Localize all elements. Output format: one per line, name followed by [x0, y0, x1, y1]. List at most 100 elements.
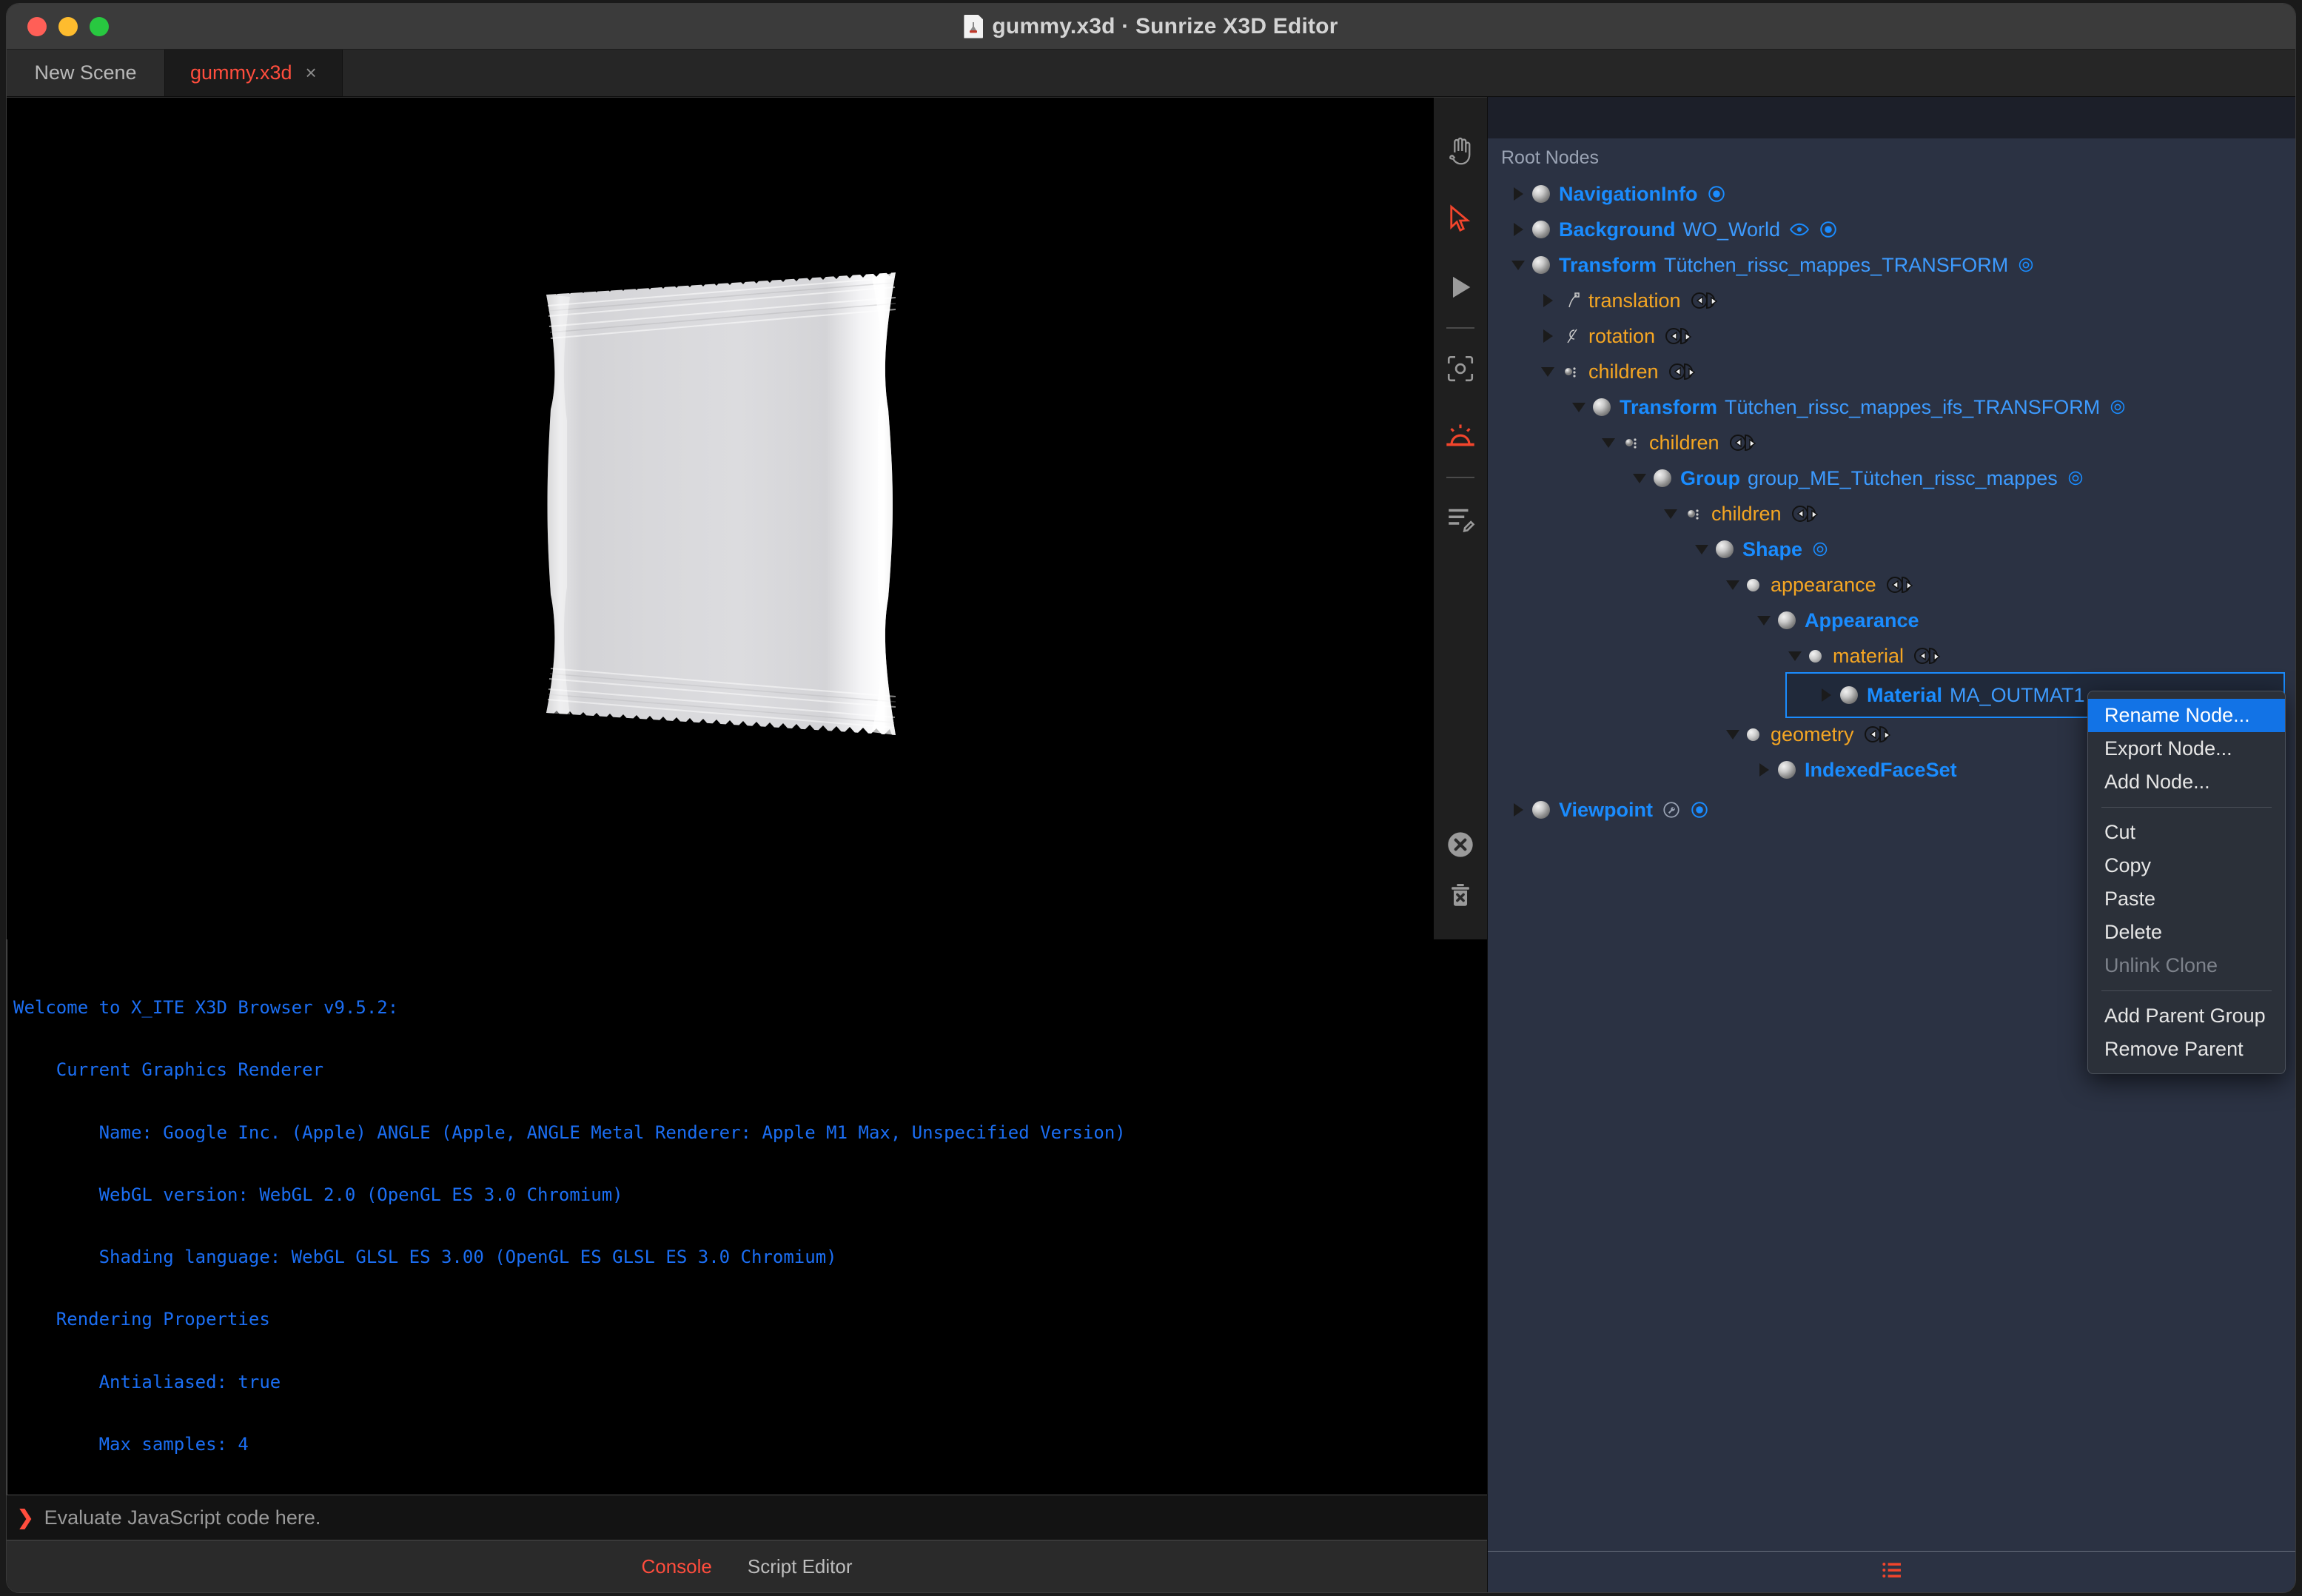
eye-icon[interactable] [1789, 219, 1810, 240]
tab-console[interactable]: Console [641, 1555, 711, 1578]
scene-graph-tree[interactable]: Root Nodes NavigationInfo Background WO_… [1488, 138, 2295, 1551]
tab-new-scene[interactable]: New Scene [7, 50, 165, 96]
node-type-label: Appearance [1805, 608, 1919, 631]
menu-item-delete[interactable]: Delete [2088, 916, 2285, 949]
tree-row-field-rotation[interactable]: rotation [1488, 318, 2295, 354]
tree-row-group[interactable]: Group group_ME_Tütchen_rissc_mappes [1488, 460, 2295, 496]
menu-item-add-node[interactable]: Add Node... [2088, 765, 2285, 799]
tab-script-editor[interactable]: Script Editor [748, 1555, 853, 1578]
twisty-icon[interactable] [1538, 329, 1557, 343]
menu-item-add-parent-group[interactable]: Add Parent Group [2088, 999, 2285, 1033]
wrench-circle-icon[interactable] [1662, 800, 1681, 819]
route-connector-icon[interactable] [1791, 504, 1825, 523]
twisty-icon[interactable] [1509, 260, 1528, 270]
twisty-icon[interactable] [1754, 763, 1774, 777]
edit-script-tool-button[interactable] [1434, 484, 1487, 552]
viewport-toolbar-bottom [1434, 830, 1487, 913]
console-line: Current Graphics Renderer [13, 1059, 324, 1081]
menu-item-paste[interactable]: Paste [2088, 882, 2285, 916]
tree-row-field-children-1[interactable]: children [1488, 354, 2295, 389]
tree-row-background[interactable]: Background WO_World [1488, 212, 2295, 247]
route-connector-icon[interactable] [1885, 575, 1919, 594]
tree-row-field-children-3[interactable]: children [1488, 496, 2295, 532]
menu-item-cut[interactable]: Cut [2088, 816, 2285, 849]
hand-tool-button[interactable] [1434, 117, 1487, 185]
target-circle-icon[interactable] [2109, 398, 2127, 416]
radio-circle-icon[interactable] [1819, 220, 1838, 239]
viewpoint-tool-button[interactable] [1434, 335, 1487, 403]
tree-row-field-children-2[interactable]: children [1488, 425, 2295, 460]
tree-row-field-appearance[interactable]: appearance [1488, 567, 2295, 603]
console-line: Shading language: WebGL GLSL ES 3.00 (Op… [13, 1247, 837, 1268]
tree-row-field-material[interactable]: material [1488, 638, 2295, 674]
node-sphere-icon [1593, 398, 1611, 416]
node-sphere-icon [1778, 611, 1796, 629]
twisty-icon[interactable] [1723, 729, 1742, 740]
route-connector-icon[interactable] [1728, 433, 1762, 452]
twisty-icon[interactable] [1509, 803, 1528, 817]
tree-row-shape[interactable]: Shape [1488, 532, 2295, 567]
twisty-icon[interactable] [1692, 544, 1711, 554]
tab-label: gummy.x3d [190, 61, 292, 84]
twisty-icon[interactable] [1661, 509, 1680, 519]
minimize-window-button[interactable] [58, 16, 78, 36]
menu-item-rename-node[interactable]: Rename Node... [2088, 699, 2285, 732]
node-context-menu[interactable]: Rename Node... Export Node... Add Node..… [2087, 691, 2286, 1074]
radio-circle-icon[interactable] [1690, 800, 1709, 819]
close-tab-icon[interactable]: × [306, 61, 317, 84]
menu-item-export-node[interactable]: Export Node... [2088, 732, 2285, 765]
twisty-icon[interactable] [1569, 402, 1588, 412]
target-circle-icon[interactable] [2017, 256, 2035, 274]
close-window-button[interactable] [27, 16, 47, 36]
twisty-icon[interactable] [1509, 223, 1528, 236]
field-name-label: children [1588, 360, 1659, 383]
node-name-label: MA_OUTMAT1 [1950, 683, 2085, 706]
twisty-icon[interactable] [1509, 187, 1528, 201]
console-output[interactable]: Welcome to X_ITE X3D Browser v9.5.2: Cur… [7, 939, 1487, 1495]
route-connector-icon[interactable] [1668, 362, 1702, 381]
tree-row-transform-root[interactable]: Transform Tütchen_rissc_mappes_TRANSFORM [1488, 247, 2295, 283]
route-connector-icon[interactable] [1863, 725, 1897, 744]
twisty-icon[interactable] [1723, 580, 1742, 590]
tab-gummy-x3d[interactable]: gummy.x3d × [165, 50, 343, 96]
console-line: Antialiased: true [13, 1371, 281, 1392]
node-sphere-icon [1654, 469, 1671, 487]
3d-viewport[interactable] [7, 97, 1434, 939]
route-connector-icon[interactable] [1913, 646, 1947, 665]
route-connector-icon[interactable] [1664, 326, 1698, 346]
tree-row-field-translation[interactable]: translation [1488, 283, 2295, 318]
twisty-icon[interactable] [1630, 473, 1649, 483]
radio-circle-icon[interactable] [1707, 184, 1726, 204]
title-bar: gummy.x3d · Sunrize X3D Editor [7, 4, 2295, 50]
route-connector-icon[interactable] [1690, 291, 1724, 310]
viewport-toolbar [1434, 97, 1487, 939]
target-circle-icon[interactable] [1811, 540, 1829, 558]
lighting-tool-button[interactable] [1434, 403, 1487, 471]
delete-button[interactable] [1446, 881, 1474, 913]
javascript-input[interactable]: Evaluate JavaScript code here. [44, 1506, 321, 1529]
javascript-eval-bar[interactable]: ❯ Evaluate JavaScript code here. [7, 1495, 1487, 1540]
list-view-icon[interactable] [1880, 1558, 1904, 1586]
twisty-icon[interactable] [1538, 294, 1557, 307]
twisty-icon[interactable] [1785, 651, 1805, 661]
twisty-icon[interactable] [1538, 366, 1557, 377]
tree-row-transform-ifs[interactable]: Transform Tütchen_rissc_mappes_ifs_TRANS… [1488, 389, 2295, 425]
app-window: gummy.x3d · Sunrize X3D Editor New Scene… [6, 3, 2296, 1593]
twisty-icon[interactable] [1754, 615, 1774, 626]
tree-row-navigationinfo[interactable]: NavigationInfo [1488, 176, 2295, 212]
node-sphere-icon [1840, 686, 1858, 704]
clear-console-button[interactable] [1446, 830, 1475, 863]
scene-graph-panel: Root Nodes NavigationInfo Background WO_… [1487, 97, 2295, 1592]
twisty-icon[interactable] [1816, 688, 1836, 702]
menu-item-unlink-clone: Unlink Clone [2104, 954, 2218, 976]
select-tool-button[interactable] [1434, 185, 1487, 253]
maximize-window-button[interactable] [90, 16, 109, 36]
target-circle-icon[interactable] [2067, 469, 2084, 487]
menu-item-copy[interactable]: Copy [2088, 849, 2285, 882]
tree-row-appearance[interactable]: Appearance [1488, 603, 2295, 638]
trash-x-icon [1452, 883, 1469, 906]
menu-item-remove-parent[interactable]: Remove Parent [2088, 1033, 2285, 1066]
sfnode-field-icon [1747, 728, 1759, 741]
play-tool-button[interactable] [1434, 253, 1487, 321]
twisty-icon[interactable] [1599, 437, 1618, 448]
